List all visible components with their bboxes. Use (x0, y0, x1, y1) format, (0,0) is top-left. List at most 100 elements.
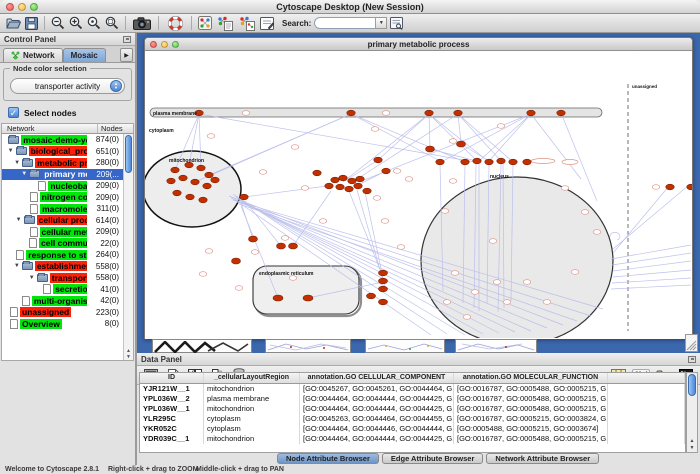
layout-icon[interactable] (196, 15, 214, 31)
zoom-fit-icon[interactable] (103, 15, 121, 31)
main-toolbar: Search: ▼ (0, 14, 700, 33)
folder-icon (16, 147, 27, 155)
table-cell: [GO:0016787, GO:0005215, GO:0003824, G..… (454, 414, 608, 424)
tree-row[interactable]: primary metabo209(... (2, 169, 123, 181)
table-row[interactable]: YJR121W__1mitochondrion[GO:0045267, GO:0… (140, 384, 685, 394)
tree-row[interactable]: mosaic-demo-yeast874(0) (2, 134, 123, 146)
tree-row[interactable]: cellular process614(0) (2, 215, 123, 227)
resize-grip-icon[interactable] (685, 334, 698, 352)
tree-row-label: biological_process (29, 146, 87, 156)
new-network-from-selection-icon[interactable] (214, 15, 236, 31)
column-header[interactable]: ID (140, 373, 204, 383)
folder-icon (29, 170, 40, 178)
zoom-selected-icon[interactable] (85, 15, 103, 31)
table-scrollbar-thumb[interactable] (688, 374, 696, 396)
tab-mosaic[interactable]: Mosaic (63, 48, 106, 62)
select-nodes-label: Select nodes (24, 108, 76, 118)
expander-icon[interactable] (29, 275, 37, 281)
save-session-icon[interactable] (22, 15, 40, 31)
float-data-panel-icon[interactable] (688, 356, 696, 363)
snapshot-icon[interactable] (130, 15, 154, 31)
table-row[interactable]: YKR052Ccytoplasm[GO:0044464, GO:0044446,… (140, 424, 685, 434)
tree-row-label: cellular metabol (40, 227, 87, 237)
page-icon (38, 181, 46, 191)
table-cell: YJR121W__1 (140, 384, 204, 394)
tree-row[interactable]: macromolecule311(0) (2, 203, 123, 215)
expander-icon[interactable] (14, 160, 22, 166)
table-cell: cytoplasm (204, 414, 300, 424)
tree-scrollbar[interactable]: ▲▼ (123, 134, 133, 360)
expander-icon[interactable] (16, 217, 24, 223)
minimized-window[interactable] (455, 339, 537, 353)
tree-row[interactable]: cellular metabol209(0) (2, 226, 123, 238)
new-network-icon[interactable] (236, 15, 258, 31)
select-nodes-checkbox[interactable]: ✓ (8, 107, 19, 118)
search-option-icon[interactable] (387, 15, 405, 31)
column-header[interactable]: annotation.GO MOLECULAR_FUNCTION (454, 373, 608, 383)
tree-scrollbar-thumb[interactable] (125, 135, 132, 173)
page-icon (10, 319, 18, 329)
annotation-icon[interactable] (258, 15, 276, 31)
title-bar: Cytoscape Desktop (New Session) (0, 0, 700, 14)
node-color-selection-group: Node color selection transporter activit… (3, 68, 132, 101)
node-color-combobox[interactable]: transporter activity ▲▼ (10, 78, 125, 94)
tree-row-label: cellular process (37, 215, 87, 225)
network-canvas[interactable]: plasma membrane cytoplasm mitochondrion … (145, 51, 692, 339)
tree-row-count: 209(0) (87, 181, 123, 190)
folder-icon (22, 262, 33, 270)
network-tree-wrap: mosaic-demo-yeast874(0)biological_proces… (1, 134, 134, 361)
attribute-table-header: ID_cellularLayoutRegionannotation.GO CEL… (140, 373, 685, 384)
tree-row[interactable]: secretion41(0) (2, 284, 123, 296)
tree-row-label: response to stimul (26, 250, 87, 260)
node-color-selection-label: Node color selection (10, 64, 90, 73)
expander-icon[interactable] (21, 171, 29, 177)
tree-row[interactable]: Overview8(0) (2, 318, 123, 330)
tree-header-network[interactable]: Network (2, 124, 97, 133)
tab-node-attribute-browser[interactable]: Node Attribute Browser (277, 453, 379, 464)
table-scrollbar-arrows[interactable]: ▲▼ (687, 438, 697, 452)
table-row[interactable]: YPL036W__2plasma membrane[GO:0044464, GO… (140, 394, 685, 404)
network-window-titlebar[interactable]: primary metabolic process (145, 38, 692, 51)
tab-edge-attribute-browser[interactable]: Edge Attribute Browser (382, 453, 483, 464)
tree-row[interactable]: nitrogen compo209(0) (2, 192, 123, 204)
table-scrollbar[interactable]: ▲▼ (686, 372, 698, 453)
tree-row[interactable]: unassigned223(0) (2, 307, 123, 319)
expander-icon[interactable] (8, 148, 16, 154)
tab-scroll-right-icon[interactable]: ▶ (120, 48, 133, 62)
tree-row[interactable]: metabolic process280(0) (2, 157, 123, 169)
tree-row[interactable]: cell communicat22(0) (2, 238, 123, 250)
search-input[interactable] (314, 17, 376, 29)
minimized-window[interactable] (365, 339, 445, 353)
tree-row[interactable]: response to stimul264(0) (2, 249, 123, 261)
tree-row[interactable]: transport558(0) (2, 272, 123, 284)
table-row[interactable]: YPL036W__1mitochondrion[GO:0044464, GO:0… (140, 404, 685, 414)
column-header[interactable]: annotation.GO CELLULAR_COMPONENT (300, 373, 454, 383)
search-label: Search: (282, 19, 311, 28)
window-title: Cytoscape Desktop (New Session) (0, 2, 700, 12)
table-row[interactable]: YDR039C__1mitochondrion[GO:0044464, GO:0… (140, 434, 685, 444)
column-header[interactable]: _cellularLayoutRegion (204, 373, 300, 383)
table-cell: [GO:0045263, GO:0044464, GO:0044455, G..… (300, 414, 454, 424)
table-row[interactable]: YLR295Ccytoplasm[GO:0045263, GO:0044464,… (140, 414, 685, 424)
tree-row[interactable]: establishment of lo558(0) (2, 261, 123, 273)
tab-network[interactable]: Network (3, 48, 63, 62)
tab-network-attribute-browser[interactable]: Network Attribute Browser (486, 453, 599, 464)
tree-row[interactable]: biological_process651(0) (2, 146, 123, 158)
zoom-in-icon[interactable] (67, 15, 85, 31)
minimized-window[interactable] (265, 339, 351, 353)
search-dropdown-arrow[interactable]: ▼ (376, 17, 387, 29)
float-panel-icon[interactable] (123, 36, 131, 43)
help-icon[interactable] (163, 15, 187, 31)
tree-row-count: 209(0) (87, 227, 123, 236)
tree-header-nodes[interactable]: Nodes (97, 124, 133, 133)
combo-stepper-icon[interactable]: ▲▼ (110, 80, 122, 92)
expander-icon[interactable] (14, 263, 22, 269)
open-session-icon[interactable] (4, 15, 22, 31)
zoom-out-icon[interactable] (49, 15, 67, 31)
tree-row[interactable]: nucleobase-209(0) (2, 180, 123, 192)
tree-row-count: 8(0) (87, 319, 123, 328)
tree-row[interactable]: multi-organism pro42(0) (2, 295, 123, 307)
minimized-window[interactable] (152, 339, 252, 353)
tree-row-count: 280(0) (87, 158, 123, 167)
tree-scrollbar-arrows[interactable]: ▲▼ (124, 348, 133, 360)
